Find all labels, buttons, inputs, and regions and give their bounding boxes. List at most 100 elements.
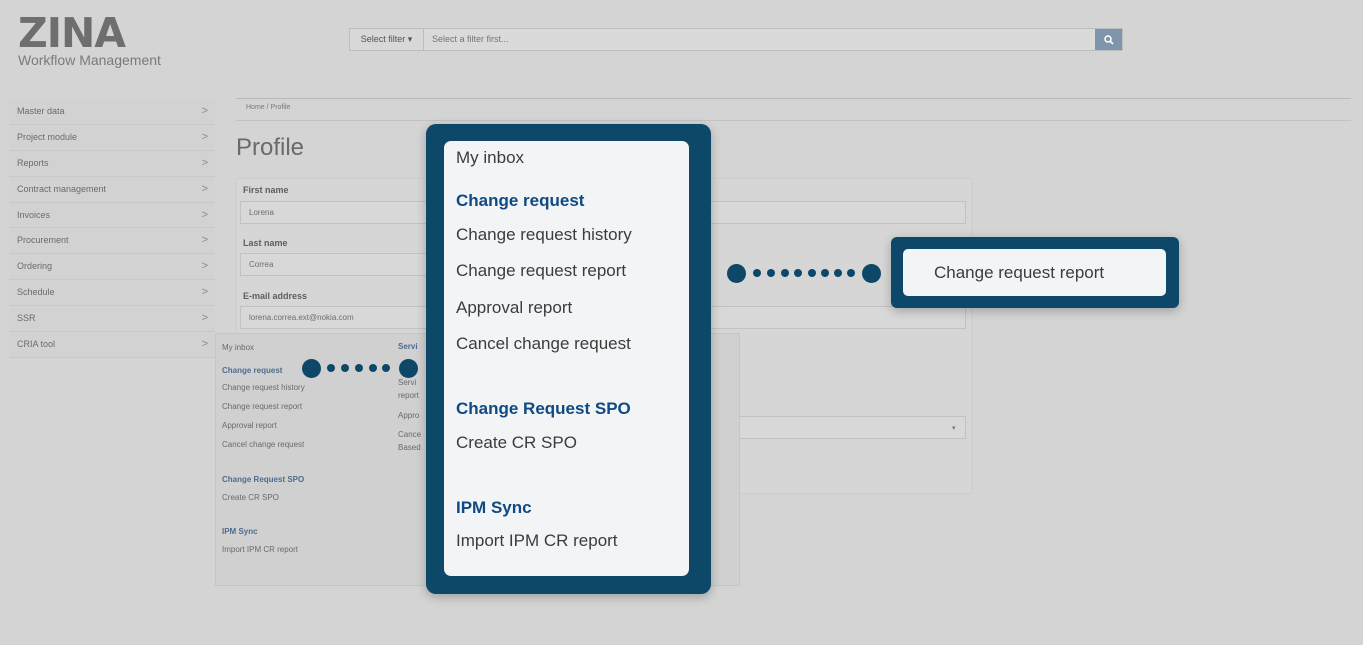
chevron-right-icon: > xyxy=(201,286,208,299)
connector-dot xyxy=(834,269,842,277)
breadcrumb: Home / Profile xyxy=(246,104,290,111)
breadcrumb-current: Profile xyxy=(270,104,291,111)
connector-dot xyxy=(727,264,746,283)
callout-box: Change request report xyxy=(891,237,1179,308)
sidebar-item-reports[interactable]: Reports > xyxy=(9,150,215,177)
search-button[interactable] xyxy=(1095,29,1122,50)
chevron-right-icon: > xyxy=(201,105,208,117)
menu-item[interactable]: Import IPM CR report xyxy=(222,545,298,554)
profile-field-right[interactable] xyxy=(700,201,966,224)
chevron-right-icon: > xyxy=(201,208,208,221)
menu-item[interactable]: Change request history xyxy=(456,225,632,245)
last-name-field[interactable]: Correa xyxy=(240,253,440,276)
menu-heading-ipm-sync: IPM Sync xyxy=(456,498,532,517)
menu-heading-ipm-sync: IPM Sync xyxy=(222,527,258,536)
highlight-panel: My inbox Change request Change request h… xyxy=(426,124,711,594)
divider xyxy=(236,120,1351,121)
chevron-right-icon: > xyxy=(201,234,208,247)
callout-change-request-report[interactable]: Change request report xyxy=(903,249,1166,296)
sidebar-item-contract-management[interactable]: Contract management > xyxy=(9,176,215,203)
connector-dot xyxy=(821,269,829,277)
highlight-menu: My inbox Change request Change request h… xyxy=(444,141,689,576)
menu-item[interactable]: Create CR SPO xyxy=(456,433,577,453)
connector-dot xyxy=(862,264,881,283)
sidebar-item-project-module[interactable]: Project module > xyxy=(9,124,215,151)
connector-dot xyxy=(399,359,418,378)
menu-item[interactable]: report xyxy=(398,391,419,400)
sidebar-item-label: Reports xyxy=(17,157,49,168)
sidebar-item-procurement[interactable]: Procurement > xyxy=(9,228,215,255)
sidebar-item-label: Schedule xyxy=(17,287,55,298)
menu-heading-change-request: Change request xyxy=(222,366,283,375)
sidebar-item-label: Ordering xyxy=(17,261,53,272)
sidebar-item-label: Master data xyxy=(17,106,65,116)
menu-item[interactable]: Approval report xyxy=(456,298,572,318)
chevron-right-icon: > xyxy=(201,130,208,143)
menu-heading-service: Servi xyxy=(398,342,418,351)
menu-heading-change-request: Change request xyxy=(456,191,585,210)
last-name-label: Last name xyxy=(243,238,288,248)
sidebar-item-schedule[interactable]: Schedule > xyxy=(9,280,215,307)
connector-dot xyxy=(355,364,363,372)
menu-item[interactable]: Servi xyxy=(398,378,416,387)
sidebar-item-label: SSR xyxy=(17,313,36,324)
chevron-right-icon: > xyxy=(201,312,208,325)
chevron-right-icon: > xyxy=(201,260,208,273)
logo-text: ZINA xyxy=(18,9,126,57)
menu-item[interactable]: Cancel change request xyxy=(222,440,304,449)
profile-field-right[interactable] xyxy=(700,306,966,329)
menu-item[interactable]: Change request history xyxy=(222,383,305,392)
connector-dot xyxy=(767,269,775,277)
caret-down-icon: ▾ xyxy=(952,425,956,432)
menu-item[interactable]: Based xyxy=(398,443,421,452)
sidebar-item-label: CRIA tool xyxy=(17,339,56,350)
sidebar-item-label: Project module xyxy=(17,131,78,142)
sidebar-item-label: Contract management xyxy=(17,183,107,194)
menu-item[interactable]: Import IPM CR report xyxy=(456,531,618,551)
first-name-field[interactable]: Lorena xyxy=(240,201,440,224)
sidebar-item-ordering[interactable]: Ordering > xyxy=(9,254,215,281)
first-name-label: First name xyxy=(243,185,289,195)
filter-select[interactable]: Select filter ▾ xyxy=(350,29,424,50)
connector-dot xyxy=(808,269,816,277)
menu-item[interactable]: Appro xyxy=(398,411,419,420)
menu-item-my-inbox[interactable]: My inbox xyxy=(222,343,254,352)
caret-down-icon: ▾ xyxy=(407,34,413,44)
filter-select-label: Select filter xyxy=(360,34,406,44)
menu-item[interactable]: Approval report xyxy=(222,421,277,430)
search-bar: Select filter ▾ xyxy=(349,28,1123,51)
sidebar-item-label: Invoices xyxy=(17,209,51,220)
search-icon xyxy=(1103,34,1114,45)
menu-item-my-inbox[interactable]: My inbox xyxy=(456,148,524,168)
menu-item[interactable]: Create CR SPO xyxy=(222,493,279,502)
connector-dot xyxy=(753,269,761,277)
menu-item[interactable]: Cancel change request xyxy=(456,334,631,354)
logo-subtitle: Workflow Management xyxy=(18,52,161,68)
menu-heading-cr-spo: Change Request SPO xyxy=(456,399,631,418)
email-field[interactable]: lorena.correa.ext@nokia.com xyxy=(240,306,440,329)
connector-dot xyxy=(341,364,349,372)
chevron-right-icon: > xyxy=(201,338,208,351)
connector-dot xyxy=(847,269,855,277)
sidebar-item-invoices[interactable]: Invoices > xyxy=(9,202,215,229)
sidebar-item-ssr[interactable]: SSR > xyxy=(9,306,215,333)
connector-dot xyxy=(382,364,390,372)
search-input[interactable] xyxy=(424,29,1095,50)
sidebar-item-master-data[interactable]: Master data > xyxy=(9,99,215,125)
menu-heading-cr-spo: Change Request SPO xyxy=(222,475,305,484)
menu-item[interactable]: Cance xyxy=(398,430,421,439)
sidebar-item-cria-tool[interactable]: CRIA tool > xyxy=(9,332,215,358)
breadcrumb-separator: / xyxy=(266,104,269,111)
app-logo[interactable]: ZINA Workflow Management xyxy=(18,9,161,69)
menu-item[interactable]: Change request report xyxy=(222,402,302,411)
page-title: Profile xyxy=(236,134,305,161)
email-label: E-mail address xyxy=(243,291,308,301)
connector-dot xyxy=(302,359,321,378)
sidebar-item-label: Procurement xyxy=(17,235,69,246)
breadcrumb-home[interactable]: Home xyxy=(246,104,265,111)
connector-dot xyxy=(327,364,335,372)
menu-item[interactable]: Change request report xyxy=(456,261,626,281)
connector-dot xyxy=(369,364,377,372)
chevron-right-icon: > xyxy=(201,182,208,195)
connector-dot xyxy=(794,269,802,277)
